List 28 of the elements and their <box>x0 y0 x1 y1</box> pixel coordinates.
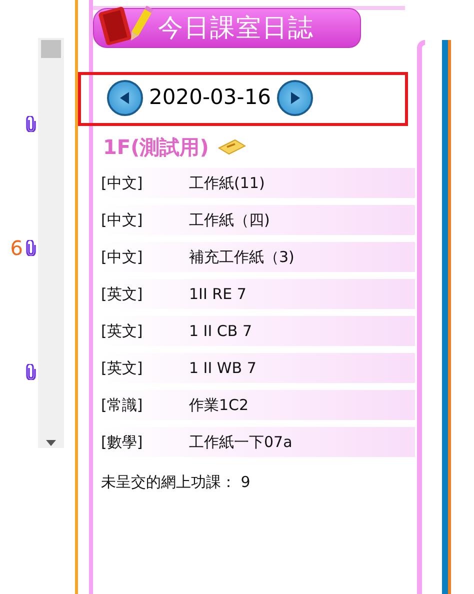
scrollbar-thumb[interactable] <box>41 40 61 58</box>
subject-label: [英文] <box>101 320 144 342</box>
eraser-icon <box>216 138 247 156</box>
task-label: 工作紙一下07a <box>189 432 292 453</box>
subject-label: [中文] <box>101 246 144 268</box>
task-label: 補充工作紙（3) <box>189 246 294 268</box>
previous-date-button[interactable] <box>107 80 143 116</box>
class-name: 1F(測試用) <box>103 134 209 161</box>
task-label: 1 II CB 7 <box>189 320 252 342</box>
subject-label: [常識] <box>101 394 144 416</box>
task-label: 1II RE 7 <box>189 284 246 305</box>
next-date-button[interactable] <box>277 80 314 116</box>
subject-label: [英文] <box>101 284 144 305</box>
scroll-down-icon[interactable] <box>46 440 56 446</box>
panel-title: 今日課室日誌 <box>158 12 314 44</box>
task-label: 工作紙（四) <box>189 210 270 231</box>
book-pencil-icon <box>98 3 154 47</box>
date-label: 2020-03-16 <box>149 84 272 112</box>
item-number: 6 <box>10 235 23 262</box>
task-label: 1 II WB 7 <box>189 358 256 379</box>
subject-label: [中文] <box>101 172 144 194</box>
pending-homework-count: 未呈交的網上功課： 9 <box>100 472 252 493</box>
subject-label: [英文] <box>101 358 144 379</box>
subject-label: [數學] <box>101 432 144 453</box>
task-label: 作業1C2 <box>189 394 249 416</box>
task-label: 工作紙(11) <box>189 172 265 194</box>
scrollbar[interactable] <box>38 38 64 448</box>
subject-label: [中文] <box>101 210 144 231</box>
